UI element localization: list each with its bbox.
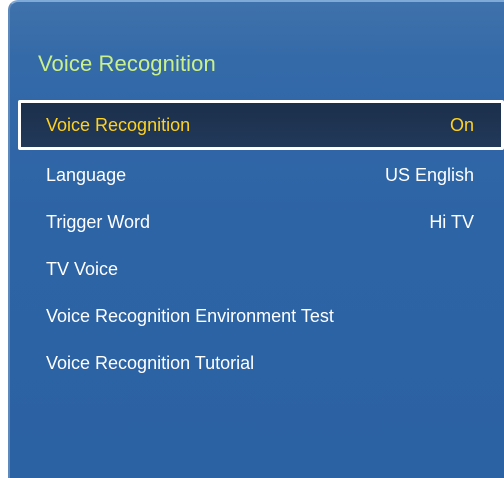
menu-item-label: TV Voice: [46, 259, 119, 279]
menu-item-tutorial[interactable]: Voice Recognition Tutorial: [18, 340, 504, 387]
menu-item-label: Voice Recognition Environment Test: [46, 306, 334, 326]
menu-item-value: US English: [384, 165, 474, 185]
settings-menu: Voice Recognition On Language US English…: [18, 100, 504, 387]
menu-item-label: Trigger Word: [46, 212, 151, 232]
menu-item-label: Language: [46, 165, 127, 185]
menu-item-environment-test[interactable]: Voice Recognition Environment Test: [18, 293, 504, 340]
menu-item-voice-recognition[interactable]: Voice Recognition On: [18, 100, 504, 150]
panel-title: Voice Recognition: [38, 51, 216, 76]
menu-item-value: Hi TV: [429, 212, 474, 232]
menu-item-trigger-word[interactable]: Trigger Word Hi TV: [18, 199, 504, 246]
menu-item-value: On: [449, 114, 474, 135]
menu-item-label: Voice Recognition: [46, 114, 191, 135]
menu-item-label: Voice Recognition Tutorial: [46, 353, 255, 373]
menu-item-tv-voice[interactable]: TV Voice: [18, 246, 504, 293]
voice-recognition-panel: Voice Recognition Voice Recognition On L…: [8, 0, 504, 478]
menu-item-language[interactable]: Language US English: [18, 152, 504, 199]
